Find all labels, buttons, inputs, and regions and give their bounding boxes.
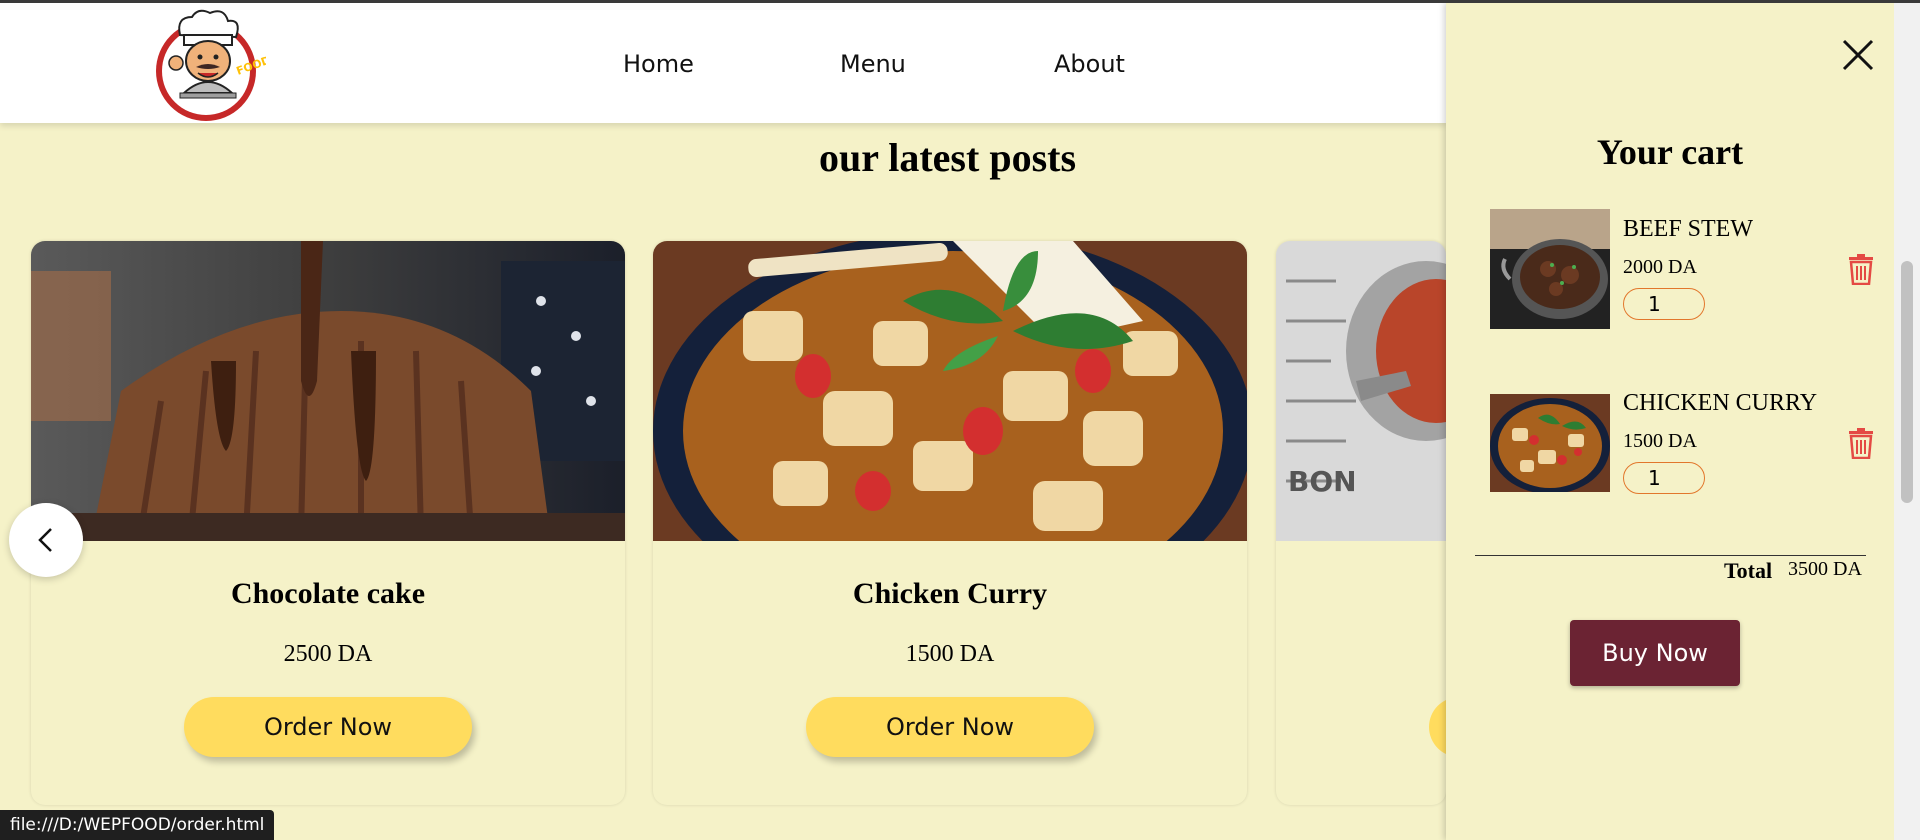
cart-item-name: CHICKEN CURRY (1623, 390, 1818, 416)
card-price: 2500 DA (283, 641, 373, 667)
scrollbar-thumb[interactable] (1901, 261, 1913, 503)
post-card: BON (1276, 241, 1446, 805)
cart-item: BEEF STEW 2000 DA (1490, 209, 1873, 335)
chef-logo[interactable]: FOOD (146, 5, 272, 125)
chevron-left-icon (38, 528, 52, 552)
card-price: 1500 DA (905, 641, 995, 667)
order-now-button[interactable]: Order Now (184, 697, 472, 757)
card-title: Chocolate cake (230, 577, 426, 610)
nav-home-link[interactable]: Home (623, 50, 694, 78)
chicken-curry-photo (653, 241, 1247, 541)
cart-divider (1475, 555, 1866, 556)
chocolate-cake-photo (31, 241, 625, 541)
chicken-curry-thumbnail (1490, 394, 1610, 492)
cart-title: Your cart (1596, 132, 1744, 172)
beef-stew-thumbnail (1490, 209, 1610, 329)
nav-about-link[interactable]: About (1054, 50, 1125, 78)
trash-icon[interactable] (1846, 427, 1876, 460)
total-label: Total (1724, 558, 1773, 583)
cart-panel: Your cart BEEF STEW 2000 DA 1 CHICKEN CU… (1446, 3, 1894, 840)
cart-item-name: BEEF STEW (1623, 216, 1753, 242)
svg-text:BON: BON (1288, 465, 1357, 498)
cart-item-price: 2000 DA (1623, 256, 1697, 278)
close-icon[interactable] (1836, 33, 1880, 77)
beef-stew-photo: BON (1276, 241, 1446, 541)
quantity-input[interactable] (1623, 462, 1705, 494)
trash-icon[interactable] (1846, 253, 1876, 286)
order-now-button[interactable] (1429, 697, 1446, 757)
card-title: Chicken Curry (852, 577, 1048, 610)
cart-item-price: 1500 DA (1623, 430, 1697, 452)
order-now-button[interactable]: Order Now (806, 697, 1094, 757)
status-bar-url: file:///D:/WEPFOOD/order.html (0, 810, 275, 840)
nav-menu-link[interactable]: Menu (840, 50, 906, 78)
window-top-border (0, 0, 1920, 3)
navbar: FOOD Home Menu About (0, 3, 1446, 123)
post-card: Chocolate cake 2500 DA Order Now (31, 241, 625, 805)
post-card: Chicken Curry 1500 DA Order Now (653, 241, 1247, 805)
quantity-input[interactable] (1623, 288, 1705, 320)
total-value: 3500 DA (1788, 558, 1862, 580)
carousel-prev-button[interactable] (9, 503, 83, 577)
page-scrollbar[interactable] (1894, 3, 1920, 840)
buy-now-button[interactable]: Buy Now (1570, 620, 1740, 686)
cart-item: CHICKEN CURRY 1500 DA (1490, 383, 1873, 509)
